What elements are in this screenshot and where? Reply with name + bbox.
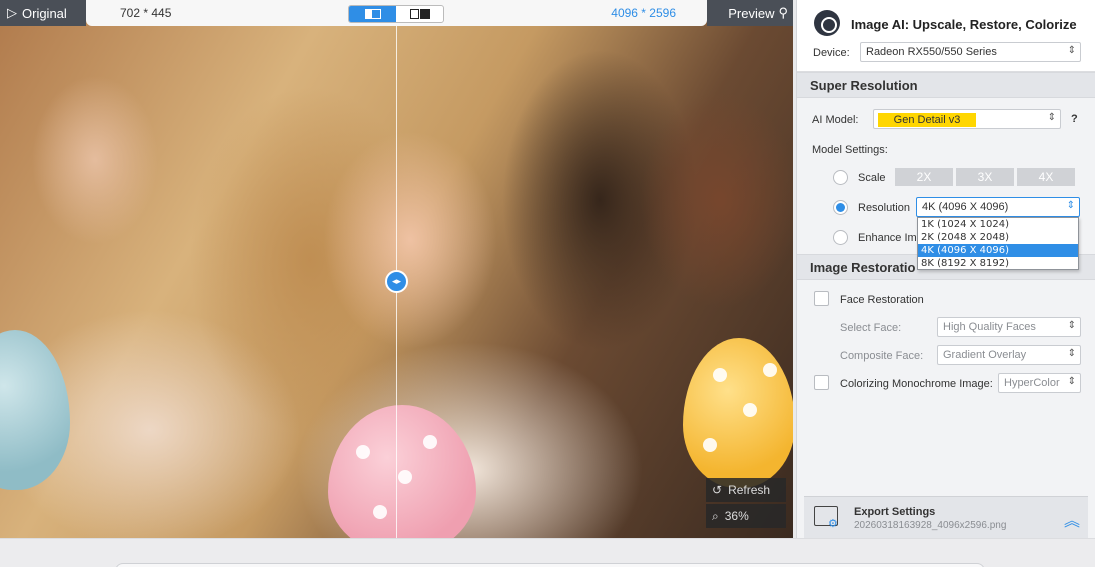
egg-dot	[423, 435, 437, 449]
chevron-updown-icon: ⇕	[1067, 320, 1076, 331]
resolution-select[interactable]: 4K (4096 X 4096) ⇕	[916, 197, 1080, 217]
panel-header: Image AI: Upscale, Restore, Colorize Dev…	[797, 0, 1095, 72]
resolution-option-4k[interactable]: 4K (4096 X 4096)	[918, 244, 1078, 257]
gear-icon: ⚙	[828, 518, 838, 530]
app-window: ◂▸ ↺ Refresh ⌕ 36% ▷ Original 702 * 445	[0, 0, 1095, 567]
split-handle-icon[interactable]: ◂▸	[385, 270, 408, 293]
scale-radio[interactable]	[833, 170, 848, 185]
split-view-button[interactable]	[349, 6, 396, 22]
device-select[interactable]: Radeon RX550/550 Series ⇕	[860, 42, 1081, 62]
export-filename: 20260318163928_4096x2596.png	[854, 520, 1007, 531]
zoom-icon: ⌕	[712, 508, 719, 523]
super-resolution-title: Super Resolution	[810, 77, 918, 93]
colorize-label: Colorizing Monochrome Image:	[840, 378, 993, 390]
composite-face-value: Gradient Overlay	[943, 349, 1027, 361]
zoom-control[interactable]: ⌕ 36%	[706, 504, 786, 528]
thumbnail-tray	[115, 563, 985, 567]
ai-model-label: AI Model:	[812, 114, 859, 126]
original-tab[interactable]: ▷ Original	[0, 0, 86, 26]
composite-face-label: Composite Face:	[840, 350, 924, 362]
egg-dot	[703, 438, 717, 452]
chevron-updown-icon: ⇕	[1066, 200, 1075, 211]
egg-dot	[713, 368, 727, 382]
resolution-value: 4K (4096 X 4096)	[922, 201, 1009, 213]
select-face-label: Select Face:	[840, 322, 902, 334]
scale-2x-button[interactable]: 2X	[895, 168, 953, 186]
preview-topbar: ▷ Original 702 * 445 4096 * 2596 Preview…	[0, 0, 793, 26]
original-dimensions: 702 * 445	[120, 6, 172, 20]
image-restoration-title: Image Restoratio	[810, 259, 916, 275]
enhance-radio[interactable]	[833, 230, 848, 245]
egg-dot	[356, 445, 370, 459]
face-restoration-checkbox[interactable]	[814, 291, 829, 306]
egg-dot	[763, 363, 777, 377]
colorize-checkbox[interactable]	[814, 375, 829, 390]
resolution-label: Resolution	[858, 202, 910, 214]
image-preview[interactable]: ◂▸ ↺ Refresh ⌕ 36%	[0, 0, 793, 538]
view-mode-toggle	[348, 5, 444, 23]
preview-label: Preview	[728, 5, 775, 21]
enhance-label: Enhance Ima	[858, 232, 923, 244]
app-title: Image AI: Upscale, Restore, Colorize	[851, 17, 1077, 32]
resolution-dropdown-list: 1K (1024 X 1024) 2K (2048 X 2048) 4K (40…	[917, 217, 1079, 270]
egg-dot	[398, 470, 412, 484]
ai-model-select[interactable]: Gen Detail v3 ⇕	[873, 109, 1061, 129]
zoom-value: 36%	[724, 509, 749, 523]
aperture-logo-icon	[814, 10, 840, 36]
device-label: Device:	[813, 47, 850, 59]
resolution-option-2k[interactable]: 2K (2048 X 2048)	[918, 231, 1078, 244]
chevron-updown-icon: ⇕	[1047, 112, 1056, 123]
resolution-radio[interactable]	[833, 200, 848, 215]
face-restoration-label: Face Restoration	[840, 294, 924, 306]
split-view-icon	[364, 9, 381, 19]
refresh-button[interactable]: ↺ Refresh	[706, 478, 786, 502]
colorize-model-dropdown[interactable]: HyperColor ⇕	[998, 373, 1081, 393]
colorize-value: HyperColor	[1004, 377, 1060, 389]
preview-tab[interactable]: Preview ⚲	[707, 0, 793, 26]
export-settings-bar[interactable]: ⚙ Export Settings 20260318163928_4096x25…	[804, 496, 1088, 538]
super-resolution-header[interactable]: Super Resolution	[797, 72, 1095, 98]
chevron-double-up-icon[interactable]: ︽	[1064, 507, 1080, 531]
side-by-side-icon	[409, 9, 430, 19]
resolution-option-8k[interactable]: 8K (8192 X 8192)	[918, 257, 1078, 270]
chevron-updown-icon: ⇕	[1067, 348, 1076, 359]
refresh-label: Refresh	[728, 483, 771, 497]
bottom-strip	[0, 538, 1095, 567]
scale-label: Scale	[858, 172, 886, 184]
side-by-side-button[interactable]	[396, 6, 443, 22]
search-icon: ⚲	[778, 5, 788, 20]
composite-face-dropdown[interactable]: Gradient Overlay ⇕	[937, 345, 1081, 365]
resolution-option-1k[interactable]: 1K (1024 X 1024)	[918, 218, 1078, 231]
refresh-icon: ↺	[712, 483, 723, 497]
scale-3x-button[interactable]: 3X	[956, 168, 1014, 186]
egg-dot	[373, 505, 387, 519]
play-icon: ▷	[7, 5, 17, 20]
model-settings-label: Model Settings:	[812, 144, 888, 156]
select-face-dropdown[interactable]: High Quality Faces ⇕	[937, 317, 1081, 337]
chevron-updown-icon: ⇕	[1067, 376, 1076, 387]
chevron-updown-icon: ⇕	[1067, 45, 1076, 56]
original-label: Original	[22, 5, 67, 21]
export-settings-title: Export Settings	[854, 506, 936, 518]
help-icon[interactable]: ?	[1071, 113, 1078, 125]
select-face-value: High Quality Faces	[943, 321, 1036, 333]
egg-dot	[743, 403, 757, 417]
topbar-center: 702 * 445 4096 * 2596	[86, 0, 707, 26]
ai-model-value: Gen Detail v3	[878, 113, 976, 127]
scale-4x-button[interactable]: 4X	[1017, 168, 1075, 186]
device-value: Radeon RX550/550 Series	[866, 46, 997, 58]
output-dimensions: 4096 * 2596	[611, 6, 676, 20]
